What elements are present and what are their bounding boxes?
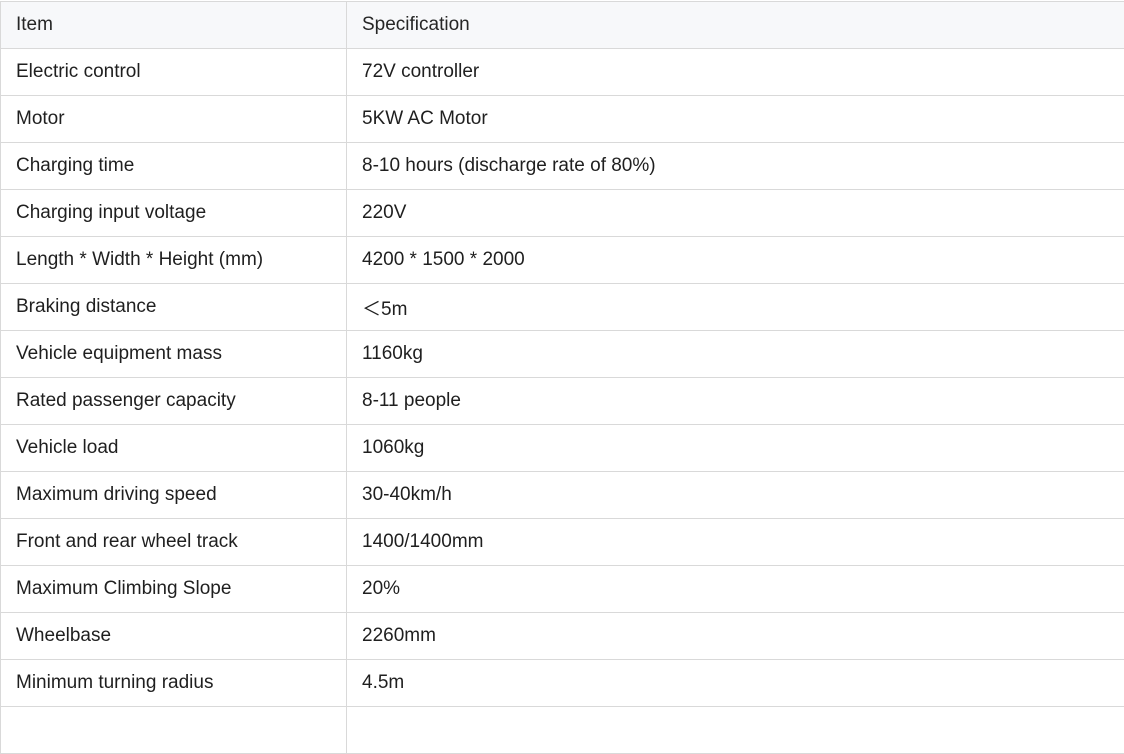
table-header-row: Item Specification <box>1 2 1124 49</box>
table-row: Braking distance ＜5m <box>1 284 1124 331</box>
specification-cell: 1060kg <box>347 425 1124 472</box>
item-cell: Motor <box>1 96 347 143</box>
specification-cell: ＜5m <box>347 284 1124 331</box>
table-row: Maximum driving speed 30-40km/h <box>1 472 1124 519</box>
item-cell <box>1 707 347 754</box>
table-row: Charging time 8-10 hours (discharge rate… <box>1 143 1124 190</box>
specification-cell <box>347 707 1124 754</box>
item-cell: Maximum Climbing Slope <box>1 566 347 613</box>
specification-cell: 8-10 hours (discharge rate of 80%) <box>347 143 1124 190</box>
specification-cell: 4.5m <box>347 660 1124 707</box>
item-cell: Vehicle equipment mass <box>1 331 347 378</box>
specification-cell: 1160kg <box>347 331 1124 378</box>
specification-cell: 5KW AC Motor <box>347 96 1124 143</box>
specification-cell: 20% <box>347 566 1124 613</box>
item-cell: Wheelbase <box>1 613 347 660</box>
table-row: Vehicle equipment mass 1160kg <box>1 331 1124 378</box>
specification-cell: 4200 * 1500 * 2000 <box>347 237 1124 284</box>
item-cell: Charging input voltage <box>1 190 347 237</box>
table-row: Motor 5KW AC Motor <box>1 96 1124 143</box>
item-cell: Maximum driving speed <box>1 472 347 519</box>
table-row: Vehicle load 1060kg <box>1 425 1124 472</box>
specification-cell: 72V controller <box>347 49 1124 96</box>
table-row: Charging input voltage 220V <box>1 190 1124 237</box>
table-row: Minimum turning radius 4.5m <box>1 660 1124 707</box>
item-cell: Length * Width * Height (mm) <box>1 237 347 284</box>
item-cell: Minimum turning radius <box>1 660 347 707</box>
table-row: Front and rear wheel track 1400/1400mm <box>1 519 1124 566</box>
specification-cell: 30-40km/h <box>347 472 1124 519</box>
table-row: Length * Width * Height (mm) 4200 * 1500… <box>1 237 1124 284</box>
table-row <box>1 707 1124 754</box>
table-row: Maximum Climbing Slope 20% <box>1 566 1124 613</box>
specification-cell: 8-11 people <box>347 378 1124 425</box>
spec-table: Item Specification Electric control 72V … <box>0 1 1124 754</box>
table-row: Wheelbase 2260mm <box>1 613 1124 660</box>
item-cell: Charging time <box>1 143 347 190</box>
specification-cell: 220V <box>347 190 1124 237</box>
specification-cell: 1400/1400mm <box>347 519 1124 566</box>
item-cell: Rated passenger capacity <box>1 378 347 425</box>
item-cell: Electric control <box>1 49 347 96</box>
column-header-item: Item <box>1 2 347 49</box>
column-header-specification: Specification <box>347 2 1124 49</box>
item-cell: Front and rear wheel track <box>1 519 347 566</box>
item-cell: Vehicle load <box>1 425 347 472</box>
item-cell: Braking distance <box>1 284 347 331</box>
table-row: Electric control 72V controller <box>1 49 1124 96</box>
specification-cell: 2260mm <box>347 613 1124 660</box>
table-row: Rated passenger capacity 8-11 people <box>1 378 1124 425</box>
